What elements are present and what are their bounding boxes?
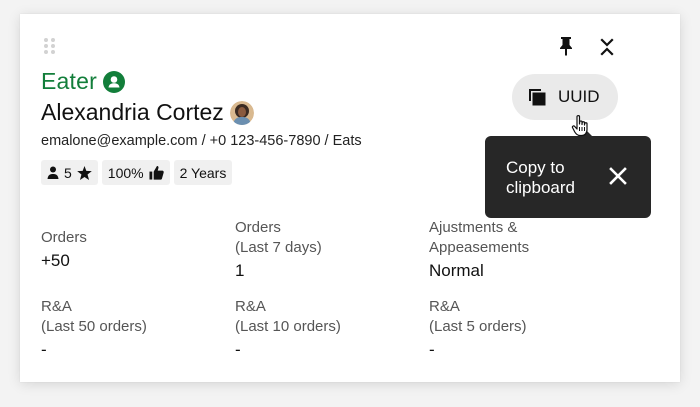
stat-value: - <box>41 340 47 359</box>
copy-uuid-button[interactable]: UUID <box>512 74 618 120</box>
role-label: Eater <box>41 68 97 94</box>
thumbs-up-icon <box>149 165 164 180</box>
stat-adjustments: Ajustments & Appeasements Normal <box>429 218 529 281</box>
customer-name: Alexandria Cortez <box>41 99 224 125</box>
tenure-chip: 2 Years <box>173 160 233 185</box>
stat-label: Ajustments & <box>429 219 518 236</box>
approval-chip: 100% <box>101 160 170 185</box>
stat-sublabel: Appeasements <box>429 239 530 256</box>
rating-chip: 5 <box>41 160 98 185</box>
close-icon[interactable] <box>609 167 627 185</box>
stat-ra-10: R&A (Last 10 orders) - <box>235 297 341 360</box>
drag-handle-icon[interactable] <box>44 38 55 54</box>
person-icon <box>47 166 59 179</box>
stat-sublabel: (Last 10 orders) <box>235 318 341 335</box>
name-row: Alexandria Cortez <box>41 99 254 126</box>
stat-value: Normal <box>429 261 484 280</box>
copy-icon <box>529 89 546 106</box>
avatar <box>229 100 254 125</box>
pin-icon[interactable] <box>558 36 574 56</box>
collapse-icon[interactable] <box>600 38 614 56</box>
stat-label: R&A <box>429 298 460 315</box>
role-row: Eater <box>41 68 125 95</box>
stat-sublabel: (Last 50 orders) <box>41 318 147 335</box>
stat-value: +50 <box>41 251 70 270</box>
stat-value: - <box>235 340 241 359</box>
stat-ra-50: R&A (Last 50 orders) - <box>41 297 147 360</box>
stat-orders-7-days: Orders (Last 7 days) 1 <box>235 218 322 281</box>
uuid-label: UUID <box>558 87 600 106</box>
stat-label: R&A <box>235 298 266 315</box>
tenure-value: 2 Years <box>179 164 227 181</box>
star-icon <box>76 165 92 180</box>
user-circle-icon <box>102 70 125 93</box>
contact-text: emalone@example.com / +0 123-456-7890 / … <box>41 133 362 149</box>
stat-label: R&A <box>41 298 72 315</box>
stat-ra-5: R&A (Last 5 orders) - <box>429 297 527 360</box>
contact-info: emalone@example.com / +0 123-456-7890 / … <box>41 133 362 149</box>
copy-tooltip: Copy to clipboard <box>485 129 651 218</box>
stat-value: 1 <box>235 261 245 280</box>
hand-cursor-icon <box>571 115 588 137</box>
metrics-chips: 5 100% 2 Years <box>41 160 233 185</box>
stat-orders: Orders +50 <box>41 228 87 271</box>
tooltip-text: Copy to clipboard <box>506 158 575 197</box>
stat-sublabel: (Last 7 days) <box>235 239 322 256</box>
stat-value: - <box>429 340 435 359</box>
stat-label: Orders <box>235 219 281 236</box>
customer-card: Eater Alexandria Cortez emalone@example.… <box>20 14 680 382</box>
approval-value: 100% <box>107 164 144 181</box>
stat-sublabel: (Last 5 orders) <box>429 318 527 335</box>
stat-label: Orders <box>41 229 87 246</box>
rating-value: 5 <box>64 164 72 181</box>
